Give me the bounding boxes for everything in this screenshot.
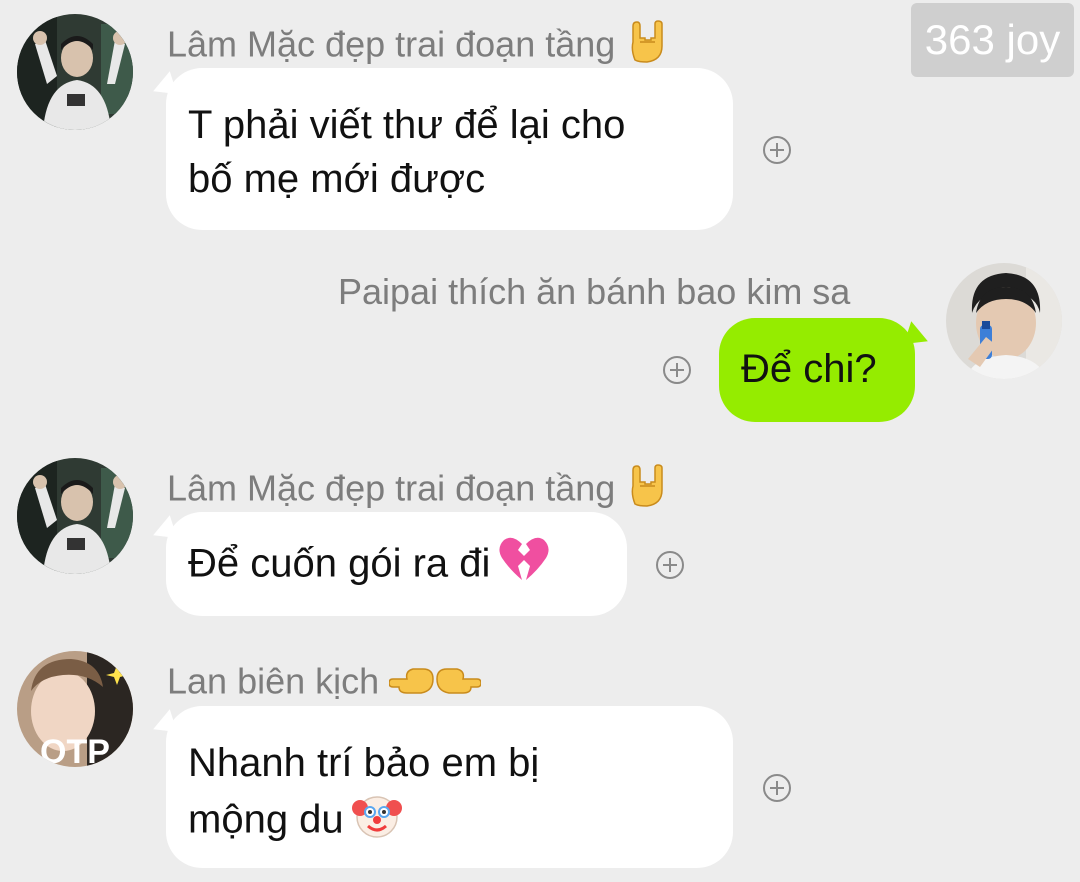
message-line: bố mẹ mới được: [188, 157, 486, 201]
message-bubble[interactable]: T phải viết thư để lại cho bố mẹ mới đượ…: [166, 68, 733, 230]
add-reaction-icon[interactable]: [662, 355, 692, 385]
message-line: Nhanh trí bảo em bị: [188, 741, 540, 785]
message-line: mộng du: [188, 797, 344, 842]
avatar-lan-bien-kich[interactable]: OTP: [17, 651, 133, 767]
watermark-badge: 363 joy: [911, 3, 1074, 77]
sender-name: Lan biên kịch: [167, 659, 482, 709]
add-reaction-icon[interactable]: [762, 773, 792, 803]
message-bubble[interactable]: Nhanh trí bảo em bị mộng du: [166, 706, 733, 868]
message-bubble[interactable]: Để chi?: [719, 318, 915, 422]
broken-heart-icon: [498, 536, 550, 596]
add-reaction-icon[interactable]: [655, 550, 685, 580]
rock-on-hand-icon: [625, 20, 669, 74]
avatar-caption: OTP: [40, 733, 110, 767]
add-reaction-icon[interactable]: [762, 135, 792, 165]
rock-on-hand-icon: [625, 464, 669, 518]
sender-name-text: Lâm Mặc đẹp trai đoạn tầng: [167, 23, 616, 65]
message-line: Để chi?: [741, 347, 877, 391]
sender-name-text: Lâm Mặc đẹp trai đoạn tầng: [167, 467, 616, 509]
sender-name: Lâm Mặc đẹp trai đoạn tầng: [167, 20, 669, 74]
sender-name: Lâm Mặc đẹp trai đoạn tầng: [167, 464, 669, 518]
clown-face-icon: [351, 790, 402, 854]
pointing-hands-icon: [388, 659, 482, 709]
avatar-lam-mac[interactable]: [17, 14, 133, 130]
message-line: T phải viết thư để lại cho: [188, 103, 626, 147]
message-line: Để cuốn gói ra đi: [188, 541, 491, 586]
message-bubble[interactable]: Để cuốn gói ra đi: [166, 512, 627, 616]
sender-name-text: Lan biên kịch: [167, 660, 380, 702]
avatar-lam-mac[interactable]: [17, 458, 133, 574]
sender-name: Paipai thích ăn bánh bao kim sa: [338, 271, 851, 312]
avatar-paipai[interactable]: [946, 263, 1062, 379]
